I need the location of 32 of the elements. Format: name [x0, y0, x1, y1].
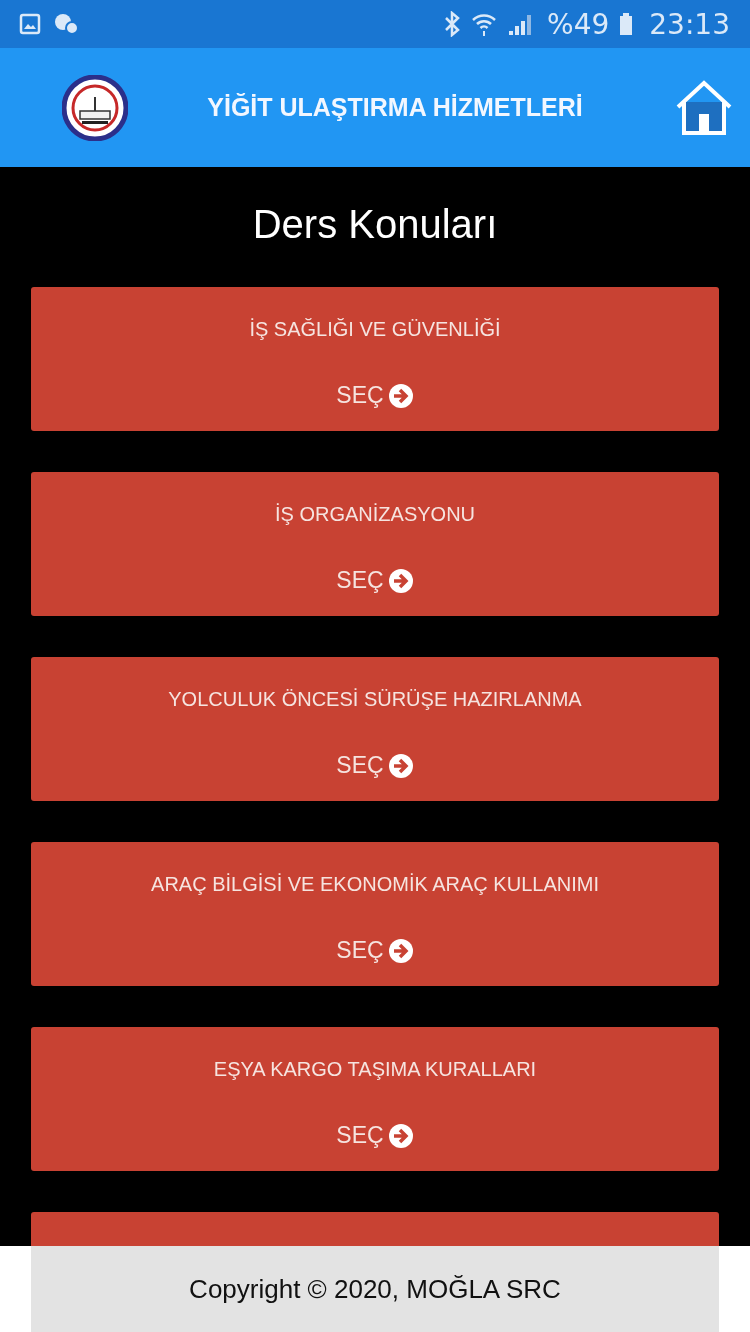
arrow-circle-icon — [387, 937, 414, 964]
arrow-circle-icon — [387, 752, 414, 779]
topic-title: İŞ ORGANİZASYONU — [275, 503, 475, 526]
topic-card[interactable]: İŞ SAĞLIĞI VE GÜVENLİĞİ SEÇ — [31, 287, 719, 431]
arrow-circle-icon — [387, 1122, 414, 1149]
select-button[interactable]: SEÇ — [336, 567, 414, 594]
topic-title: ARAÇ BİLGİSİ VE EKONOMİK ARAÇ KULLANIMI — [151, 873, 599, 896]
topic-title: EŞYA KARGO TAŞIMA KURALLARI — [213, 1058, 537, 1081]
topic-title: İŞ SAĞLIĞI VE GÜVENLİĞİ — [249, 318, 501, 341]
topic-card[interactable]: İŞ ORGANİZASYONU SEÇ — [31, 472, 719, 616]
select-button[interactable]: SEÇ — [336, 382, 414, 409]
arrow-circle-icon — [387, 567, 414, 594]
copyright-text: Copyright © 2020, MOĞLA SRC — [189, 1273, 561, 1305]
clock: 23:13 — [649, 7, 730, 41]
topic-title: YOLCULUK ÖNCESİ SÜRÜŞE HAZIRLANMA — [168, 688, 582, 711]
arrow-circle-icon — [387, 382, 414, 409]
wifi-icon — [471, 11, 498, 37]
app-title: YİĞİT ULAŞTIRMA HİZMETLERİ — [206, 93, 584, 122]
image-icon — [18, 12, 42, 36]
select-button[interactable]: SEÇ — [336, 1122, 414, 1149]
topic-card[interactable]: YOLCULUK ÖNCESİ SÜRÜŞE HAZIRLANMA SEÇ — [31, 657, 719, 801]
bluetooth-icon — [443, 11, 462, 37]
select-button[interactable]: SEÇ — [336, 752, 414, 779]
emblem-logo — [62, 74, 128, 141]
battery-icon — [619, 12, 634, 36]
select-button[interactable]: SEÇ — [336, 937, 414, 964]
topic-card[interactable]: ARAÇ BİLGİSİ VE EKONOMİK ARAÇ KULLANIMI SEÇ — [31, 842, 719, 986]
battery-level: %49 — [547, 7, 610, 41]
page-title: Ders Konuları — [251, 201, 499, 247]
topic-card[interactable] — [31, 1212, 719, 1248]
home-button[interactable] — [674, 79, 734, 136]
topic-card[interactable]: EŞYA KARGO TAŞIMA KURALLARI SEÇ — [31, 1027, 719, 1171]
